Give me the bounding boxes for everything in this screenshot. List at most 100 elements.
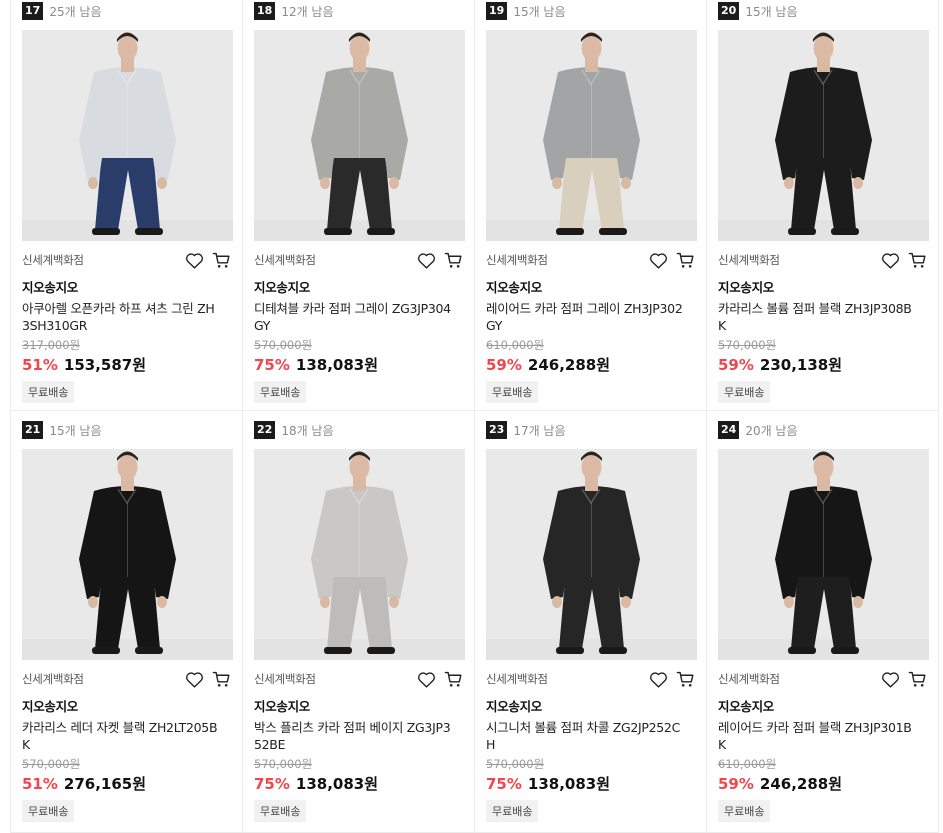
model-photo xyxy=(486,449,697,660)
product-card[interactable]: 24 20개 남음 신세계백화점 지오송지오 레이어드 카라 점퍼 블랙 ZH3… xyxy=(707,411,939,833)
model-photo xyxy=(486,30,697,241)
rank-badge: 23 xyxy=(486,421,508,439)
discount-rate: 75% xyxy=(254,356,290,374)
model-photo xyxy=(718,449,929,660)
card-actions xyxy=(649,252,695,269)
product-image[interactable] xyxy=(486,449,697,660)
product-card[interactable]: 20 15개 남음 신세계백화점 지오송지오 카라리스 볼륨 점퍼 블랙 ZH3… xyxy=(707,0,939,411)
product-image[interactable] xyxy=(254,449,465,660)
cart-icon[interactable] xyxy=(444,252,463,269)
product-name[interactable]: 디테쳐블 카라 점퍼 그레이 ZG3JP304GY xyxy=(254,300,454,334)
original-price: 317,000원 xyxy=(22,338,81,352)
heart-icon[interactable] xyxy=(649,252,668,269)
heart-icon[interactable] xyxy=(649,671,668,688)
rank-row: 22 18개 남음 xyxy=(254,419,463,441)
product-card[interactable]: 23 17개 남음 신세계백화점 지오송지오 시그니처 볼륨 점퍼 차콜 ZG2… xyxy=(475,411,707,833)
card-actions xyxy=(881,671,927,688)
product-image[interactable] xyxy=(22,449,233,660)
product-name[interactable]: 카라리스 레더 자켓 블랙 ZH2LT205BK xyxy=(22,719,222,753)
discount-rate: 59% xyxy=(718,775,754,793)
free-shipping-badge: 무료배송 xyxy=(22,800,75,822)
rank-row: 17 25개 남음 xyxy=(22,0,231,22)
cart-icon[interactable] xyxy=(212,671,231,688)
discount-rate: 59% xyxy=(486,356,522,374)
product-name[interactable]: 아쿠아렐 오픈카라 하프 셔츠 그린 ZH3SH310GR xyxy=(22,300,222,334)
product-card[interactable]: 21 15개 남음 신세계백화점 지오송지오 카라리스 레더 자켓 블랙 ZH2… xyxy=(11,411,243,833)
store-name: 신세계백화점 xyxy=(22,672,84,686)
product-image[interactable] xyxy=(486,30,697,241)
free-shipping-badge: 무료배송 xyxy=(486,800,539,822)
product-name[interactable]: 카라리스 볼륨 점퍼 블랙 ZH3JP308BK xyxy=(718,300,918,334)
store-name: 신세계백화점 xyxy=(254,253,316,267)
free-shipping-badge: 무료배송 xyxy=(718,381,771,403)
rank-badge: 21 xyxy=(22,421,44,439)
cart-icon[interactable] xyxy=(444,671,463,688)
product-image[interactable] xyxy=(22,30,233,241)
product-card[interactable]: 18 12개 남음 신세계백화점 지오송지오 디테쳐블 카라 점퍼 그레이 ZG… xyxy=(243,0,475,411)
store-name: 신세계백화점 xyxy=(718,672,780,686)
cart-icon[interactable] xyxy=(908,252,927,269)
heart-icon[interactable] xyxy=(417,671,436,688)
card-actions xyxy=(185,252,231,269)
product-image[interactable] xyxy=(718,449,929,660)
price-row: 59% 246,288원 xyxy=(486,354,695,375)
sale-price: 138,083원 xyxy=(295,356,379,374)
product-image[interactable] xyxy=(718,30,929,241)
stock-remaining: 18개 남음 xyxy=(281,423,334,438)
brand-name: 지오송지오 xyxy=(254,280,311,295)
rank-row: 19 15개 남음 xyxy=(486,0,695,22)
cart-icon[interactable] xyxy=(676,252,695,269)
rank-badge: 18 xyxy=(254,2,276,20)
store-row: 신세계백화점 xyxy=(486,668,695,690)
model-photo xyxy=(254,449,465,660)
stock-remaining: 15개 남음 xyxy=(513,4,566,19)
original-price: 610,000원 xyxy=(718,757,777,771)
product-card[interactable]: 17 25개 남음 신세계백화점 지오송지오 아쿠아렐 오픈카라 하프 셔츠 그… xyxy=(11,0,243,411)
heart-icon[interactable] xyxy=(185,252,204,269)
stock-remaining: 12개 남음 xyxy=(281,4,334,19)
product-image[interactable] xyxy=(254,30,465,241)
rank-badge: 19 xyxy=(486,2,508,20)
sale-price: 138,083원 xyxy=(295,775,379,793)
rank-row: 18 12개 남음 xyxy=(254,0,463,22)
rank-row: 21 15개 남음 xyxy=(22,419,231,441)
model-photo xyxy=(254,30,465,241)
cart-icon[interactable] xyxy=(212,252,231,269)
sale-price: 246,288원 xyxy=(527,356,611,374)
stock-remaining: 15개 남음 xyxy=(49,423,102,438)
stock-remaining: 20개 남음 xyxy=(745,423,798,438)
stock-remaining: 25개 남음 xyxy=(49,4,102,19)
heart-icon[interactable] xyxy=(881,252,900,269)
product-name[interactable]: 레이어드 카라 점퍼 그레이 ZH3JP302GY xyxy=(486,300,686,334)
card-actions xyxy=(185,671,231,688)
heart-icon[interactable] xyxy=(185,671,204,688)
store-name: 신세계백화점 xyxy=(22,253,84,267)
sale-price: 230,138원 xyxy=(759,356,843,374)
model-photo xyxy=(22,449,233,660)
price-row: 51% 276,165원 xyxy=(22,773,231,794)
rank-badge: 22 xyxy=(254,421,276,439)
discount-rate: 51% xyxy=(22,775,58,793)
price-row: 59% 230,138원 xyxy=(718,354,927,375)
discount-rate: 75% xyxy=(254,775,290,793)
rank-badge: 24 xyxy=(718,421,740,439)
heart-icon[interactable] xyxy=(417,252,436,269)
cart-icon[interactable] xyxy=(676,671,695,688)
free-shipping-badge: 무료배송 xyxy=(486,381,539,403)
store-row: 신세계백화점 xyxy=(254,249,463,271)
product-name[interactable]: 박스 플리츠 카라 점퍼 베이지 ZG3JP352BE xyxy=(254,719,454,753)
product-name[interactable]: 시그니처 볼륨 점퍼 차콜 ZG2JP252CH xyxy=(486,719,686,753)
brand-name: 지오송지오 xyxy=(254,699,311,714)
cart-icon[interactable] xyxy=(908,671,927,688)
price-row: 75% 138,083원 xyxy=(254,354,463,375)
price-row: 75% 138,083원 xyxy=(254,773,463,794)
store-row: 신세계백화점 xyxy=(718,668,927,690)
product-card[interactable]: 19 15개 남음 신세계백화점 지오송지오 레이어드 카라 점퍼 그레이 ZH… xyxy=(475,0,707,411)
heart-icon[interactable] xyxy=(881,671,900,688)
stock-remaining: 17개 남음 xyxy=(513,423,566,438)
model-photo xyxy=(718,30,929,241)
store-name: 신세계백화점 xyxy=(486,672,548,686)
free-shipping-badge: 무료배송 xyxy=(254,381,307,403)
product-name[interactable]: 레이어드 카라 점퍼 블랙 ZH3JP301BK xyxy=(718,719,918,753)
product-card[interactable]: 22 18개 남음 신세계백화점 지오송지오 박스 플리츠 카라 점퍼 베이지 … xyxy=(243,411,475,833)
